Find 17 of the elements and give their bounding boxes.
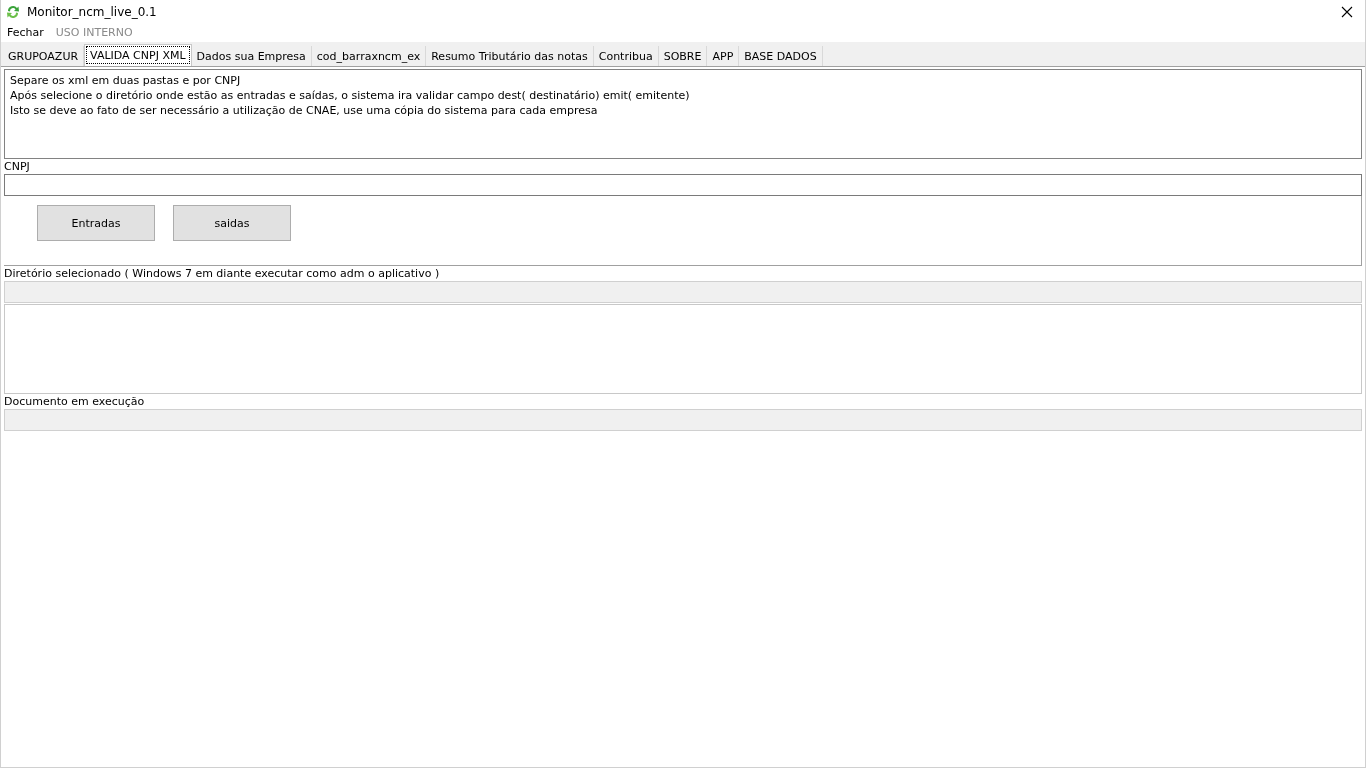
field-label: Diretório selecionado ( Windows 7 em diante executar como adm o aplicativo ) xyxy=(4,267,441,281)
folder-button[interactable]: Entradas xyxy=(37,205,155,241)
field-label: CNPJ xyxy=(4,160,31,174)
folder-button[interactable]: saidas xyxy=(173,205,291,241)
document-field[interactable] xyxy=(4,409,1362,431)
directory-field[interactable] xyxy=(4,281,1362,303)
instruction-text: Isto se deve ao fato de ser necessário a utilização de CNAE, use uma cópia do sistema para cada empresa xyxy=(10,103,599,118)
cnpj-field[interactable] xyxy=(4,174,1362,196)
window-title: Monitor_ncm_live_0.1 xyxy=(27,4,157,19)
app-icon xyxy=(5,3,21,20)
menu-item[interactable]: Fechar xyxy=(7,25,44,39)
field-label: Documento em execução xyxy=(4,395,146,409)
tab[interactable]: VALIDA CNPJ XML xyxy=(84,44,192,66)
close-icon[interactable] xyxy=(1341,5,1353,18)
file-list[interactable] xyxy=(4,304,1362,394)
instruction-text: Separe os xml em duas pastas e por CNPJ xyxy=(10,73,242,88)
instruction-text: Após selecione o diretório onde estão as entradas e saídas, o sistema ira validar campo dest( destinatário) emit( emitente) xyxy=(10,88,691,103)
